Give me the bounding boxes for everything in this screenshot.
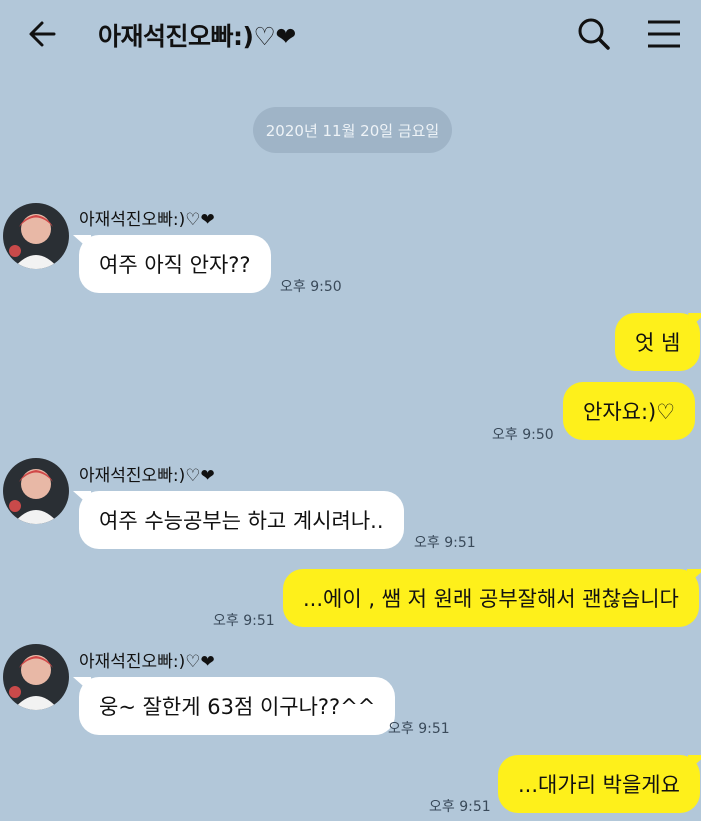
avatar[interactable] [3, 458, 69, 524]
date-divider: 2020년 11월 20일 금요일 [253, 107, 452, 153]
message-time: 오후 9:51 [213, 613, 275, 629]
arrow-left-icon [29, 21, 56, 47]
message-text: 여주 아직 안자?? [99, 253, 251, 277]
avatar[interactable] [3, 203, 69, 269]
hamburger-menu-icon [648, 20, 680, 48]
message-bubble[interactable]: ...대가리 박을게요 [498, 755, 701, 813]
chat-title: 아재석진오빠:)♡❤ [98, 22, 296, 51]
bubble-tail [687, 755, 701, 771]
message-bubble[interactable]: 여주 아직 안자?? [73, 235, 271, 293]
menu-button[interactable] [644, 14, 684, 54]
message-bubble[interactable]: 엇 넴 [615, 313, 701, 371]
sender-name: 아재석진오빠:)♡❤ [79, 210, 215, 230]
bubble-tail [73, 491, 91, 507]
message-bubble[interactable]: 안자요:)♡ [563, 382, 696, 440]
back-button[interactable] [24, 16, 64, 52]
message-text: 엇 넴 [635, 331, 681, 355]
bubble-tail [73, 677, 91, 693]
message-time: 오후 9:51 [388, 721, 450, 737]
bubble-tail [688, 313, 701, 329]
bubble-tail [73, 235, 91, 251]
message-bubble[interactable]: 웅~ 잘한게 63점 이구나??^^ [73, 677, 396, 735]
message-bubble[interactable]: ...에이 , 쌤 저 원래 공부잘해서 괜찮습니다 [283, 569, 701, 627]
search-button[interactable] [574, 14, 614, 54]
message-text: 여주 수능공부는 하고 계시려나.. [99, 509, 384, 533]
profile-photo-icon [3, 644, 69, 710]
message-time: 오후 9:51 [414, 535, 476, 551]
profile-photo-icon [3, 203, 69, 269]
message-text: 웅~ 잘한게 63점 이구나??^^ [99, 695, 376, 719]
message-time: 오후 9:51 [429, 799, 491, 815]
search-icon [578, 18, 610, 50]
sender-name: 아재석진오빠:)♡❤ [79, 652, 215, 672]
message-bubble[interactable]: 여주 수능공부는 하고 계시려나.. [73, 491, 404, 549]
bubble-tail [686, 569, 701, 585]
message-time: 오후 9:50 [280, 279, 342, 295]
avatar[interactable] [3, 644, 69, 710]
sender-name: 아재석진오빠:)♡❤ [79, 466, 215, 486]
message-text: 안자요:)♡ [583, 400, 676, 424]
message-text: ...대가리 박을게요 [518, 773, 680, 797]
profile-photo-icon [3, 458, 69, 524]
message-time: 오후 9:50 [492, 427, 554, 443]
chat-header: 아재석진오빠:)♡❤ [0, 0, 701, 70]
message-text: ...에이 , 쌤 저 원래 공부잘해서 괜찮습니다 [303, 587, 679, 611]
